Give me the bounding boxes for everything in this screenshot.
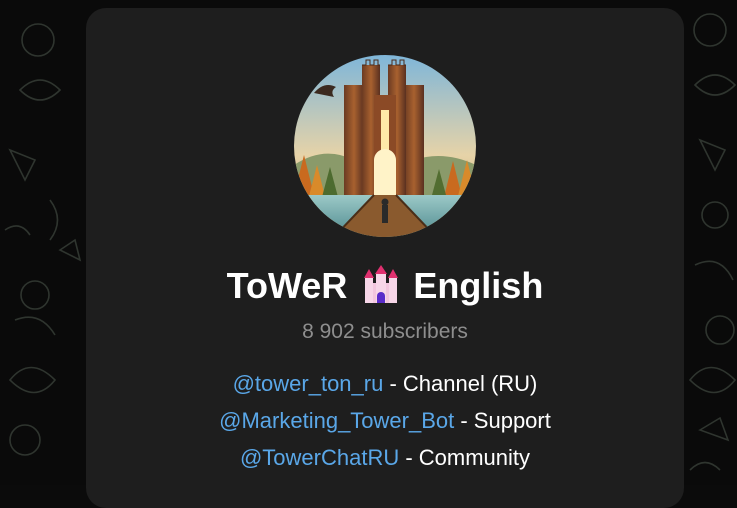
channel-title-text-part1: ToWeR <box>226 265 348 306</box>
description-line-channel: @tower_ton_ru - Channel (RU) <box>86 365 684 402</box>
channel-title: ToWeR English <box>86 264 684 308</box>
description-line-support: @Marketing_Tower_Bot - Support <box>86 402 684 439</box>
description-text-support: - Support <box>454 408 551 433</box>
channel-info-card: ToWeR English 8 902 subscribers @tower_t… <box>86 8 684 508</box>
channel-title-text-part2: English <box>413 265 544 306</box>
subscriber-count: 8 902 subscribers <box>302 320 468 343</box>
channel-avatar[interactable] <box>294 55 476 237</box>
channel-description: @tower_ton_ru - Channel (RU) @Marketing_… <box>86 365 684 476</box>
link-tower-chat-ru[interactable]: @TowerChatRU <box>240 445 399 470</box>
description-line-community: @TowerChatRU - Community <box>86 439 684 476</box>
description-text-channel: - Channel (RU) <box>383 371 538 396</box>
link-tower-ton-ru[interactable]: @tower_ton_ru <box>233 371 384 396</box>
castle-emoji-icon <box>361 265 401 305</box>
description-text-community: - Community <box>399 445 531 470</box>
castle-artwork-image <box>294 55 476 237</box>
link-marketing-tower-bot[interactable]: @Marketing_Tower_Bot <box>219 408 454 433</box>
